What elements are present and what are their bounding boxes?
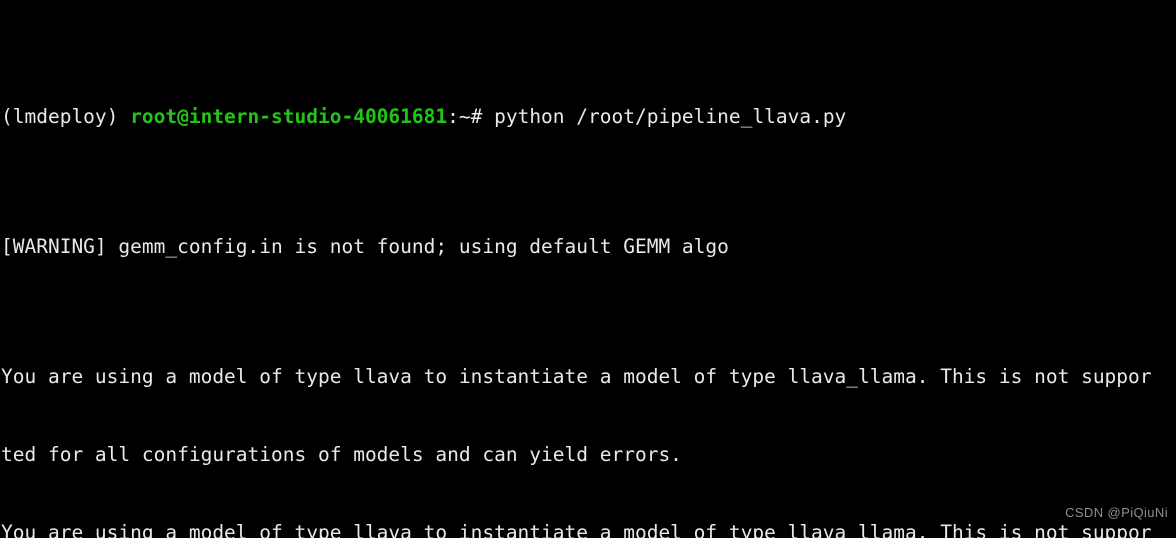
terminal-line-llava-warning-1b: ted for all configurations of models and… <box>1 443 682 466</box>
terminal-command: python /root/pipeline_llava.py <box>494 105 847 128</box>
prompt-user-host: root@intern-studio-40061681 <box>130 105 448 128</box>
terminal-line-prompt-command: (lmdeploy) root@intern-studio-40061681:~… <box>0 104 1176 130</box>
prompt-env: (lmdeploy) <box>1 105 131 128</box>
terminal-window[interactable]: (lmdeploy) root@intern-studio-40061681:~… <box>0 0 1176 538</box>
terminal-line-llava-warning-2a: You are using a model of type llava to i… <box>1 521 1152 538</box>
terminal-line-warning: [WARNING] gemm_config.in is not found; u… <box>1 235 729 258</box>
watermark: CSDN @PiQiuNi <box>1065 505 1168 520</box>
prompt-path-symbol: :~# <box>447 105 495 128</box>
terminal-line-llava-warning-1a: You are using a model of type llava to i… <box>1 365 1152 388</box>
